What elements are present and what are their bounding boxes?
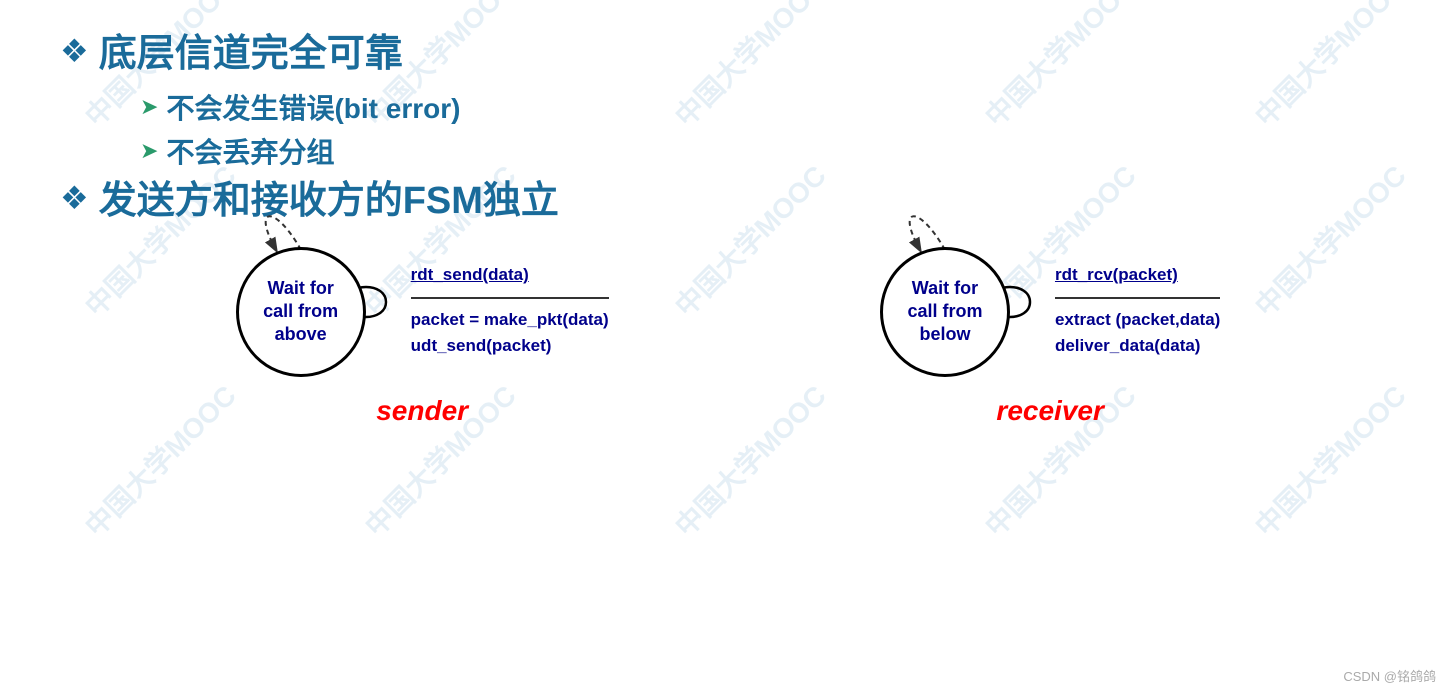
sub2-arrow: ➤ xyxy=(140,138,158,164)
receiver-trigger: rdt_rcv(packet) xyxy=(1055,265,1220,285)
receiver-diagram: Wait for call from below rdt_rcv(packet) xyxy=(880,247,1220,377)
sender-trigger: rdt_send(data) xyxy=(411,265,609,285)
sub-bullet-2: ➤ 不会丢弃分组 xyxy=(140,131,1396,171)
sender-self-loop xyxy=(246,195,326,255)
csdn-label: CSDN @铭鸽鸽 xyxy=(1343,666,1436,685)
receiver-divider xyxy=(1055,297,1220,299)
receiver-actions: rdt_rcv(packet) extract (packet,data) de… xyxy=(1055,265,1220,358)
bullet1-diamond: ❖ xyxy=(60,32,89,70)
sender-diagram: Wait for call from above rdt_send(data) xyxy=(236,247,609,377)
sender-state-text: Wait for call from above xyxy=(263,277,338,347)
sender-state-circle: Wait for call from above xyxy=(236,247,366,377)
receiver-self-loop-incoming xyxy=(890,195,970,255)
sub1-arrow: ➤ xyxy=(140,94,158,120)
sub-bullet-1: ➤ 不会发生错误(bit error) xyxy=(140,87,1396,127)
bullet2-text: 发送方和接收方的FSM独立 xyxy=(99,177,559,226)
sender-divider xyxy=(411,297,609,299)
sub-bullets: ➤ 不会发生错误(bit error) ➤ 不会丢弃分组 xyxy=(140,87,1396,171)
receiver-response-line2: deliver_data(data) xyxy=(1055,333,1220,359)
bullet2-diamond: ❖ xyxy=(60,179,89,217)
sub1-text: 不会发生错误(bit error) xyxy=(166,87,460,127)
sender-fsm-box: Wait for call from above rdt_send(data) xyxy=(236,247,609,427)
sub2-text: 不会丢弃分组 xyxy=(166,131,334,171)
sender-response-line2: udt_send(packet) xyxy=(411,333,609,359)
receiver-fsm-box: Wait for call from below rdt_rcv(packet) xyxy=(880,247,1220,427)
fsm-section: Wait for call from above rdt_send(data) xyxy=(60,247,1396,427)
receiver-state-circle: Wait for call from below xyxy=(880,247,1010,377)
sender-response-line1: packet = make_pkt(data) xyxy=(411,307,609,333)
receiver-response-line1: extract (packet,data) xyxy=(1055,307,1220,333)
sender-actions: rdt_send(data) packet = make_pkt(data) u… xyxy=(411,265,609,358)
receiver-response: extract (packet,data) deliver_data(data) xyxy=(1055,307,1220,358)
sender-label: sender xyxy=(376,395,468,427)
bullet1-text: 底层信道完全可靠 xyxy=(99,30,403,79)
main-content: ❖ 底层信道完全可靠 ➤ 不会发生错误(bit error) ➤ 不会丢弃分组 … xyxy=(0,0,1456,447)
receiver-state-text: Wait for call from below xyxy=(907,277,982,347)
bullet1: ❖ 底层信道完全可靠 xyxy=(60,30,1396,79)
sender-response: packet = make_pkt(data) udt_send(packet) xyxy=(411,307,609,358)
receiver-label: receiver xyxy=(996,395,1103,427)
